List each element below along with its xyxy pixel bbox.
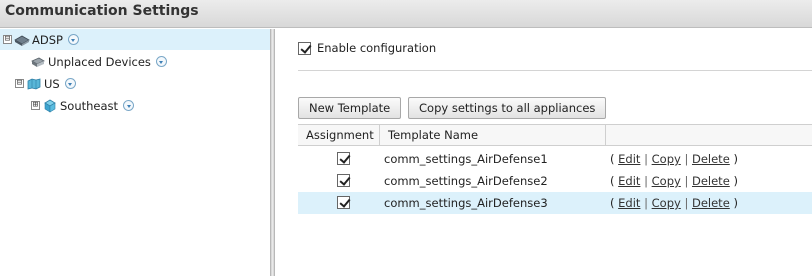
pane-splitter[interactable] [270,29,275,276]
template-name: comm_settings_AirDefense3 [384,196,548,210]
separator: | [644,152,648,166]
paren-open: ( [610,174,615,188]
template-name: comm_settings_AirDefense1 [384,152,548,166]
assignment-checkbox[interactable] [337,174,350,187]
row-actions: ( Edit | Copy | Delete ) [610,174,738,188]
site-tree: ⊟ ADSP Unplaced Devices ⊟ US ⊞ Southeast [0,29,270,276]
separator: | [644,174,648,188]
tree-item-adsp[interactable]: ⊟ ADSP [0,29,270,50]
table-row[interactable]: comm_settings_AirDefense2 ( Edit | Copy … [298,170,812,192]
copy-link[interactable]: Copy [652,174,681,188]
tree-item-unplaced-devices[interactable]: Unplaced Devices [30,51,167,72]
separator: | [684,174,689,188]
region-icon [44,99,56,113]
paren-open: ( [610,152,615,166]
paren-open: ( [610,196,615,210]
dropdown-menu-icon[interactable] [155,56,167,67]
enable-configuration-label: Enable configuration [317,41,437,55]
expand-icon[interactable]: ⊞ [31,101,40,110]
delete-link[interactable]: Delete [692,196,730,210]
page-title: Communication Settings [5,3,199,19]
assignment-checkbox[interactable] [337,152,350,165]
separator: | [684,196,689,210]
edit-link[interactable]: Edit [618,152,640,166]
tree-item-label: ADSP [32,32,63,47]
tree-item-us[interactable]: ⊟ US [15,73,76,94]
edit-link[interactable]: Edit [618,196,640,210]
paren-close: ) [733,174,738,188]
row-actions: ( Edit | Copy | Delete ) [610,196,738,210]
table-row[interactable]: comm_settings_AirDefense3 ( Edit | Copy … [298,192,812,214]
separator: | [684,152,689,166]
column-header-assignment[interactable]: Assignment [298,125,380,146]
device-icon [31,57,45,67]
divider [298,70,812,71]
new-template-button[interactable]: New Template [298,97,402,119]
tree-item-label: US [44,76,60,91]
enable-configuration-checkbox[interactable] [298,41,311,55]
tree-item-label: Southeast [60,98,119,113]
tree-item-southeast[interactable]: ⊞ Southeast [31,95,135,116]
table-row[interactable]: comm_settings_AirDefense1 ( Edit | Copy … [298,148,812,170]
copy-link[interactable]: Copy [652,152,681,166]
collapse-icon[interactable]: ⊟ [15,79,24,88]
copy-link[interactable]: Copy [652,196,681,210]
paren-close: ) [733,196,738,210]
tree-item-label: Unplaced Devices [48,54,151,69]
copy-settings-button[interactable]: Copy settings to all appliances [408,97,607,119]
column-header-template-name[interactable]: Template Name [380,125,606,146]
enable-configuration-row: Enable configuration [298,41,436,55]
settings-panel: Enable configuration New Template Copy s… [276,29,812,276]
collapse-icon[interactable]: ⊟ [3,35,12,44]
title-bar: Communication Settings [0,0,812,28]
assignment-checkbox[interactable] [337,196,350,209]
delete-link[interactable]: Delete [692,152,730,166]
paren-close: ) [733,152,738,166]
delete-link[interactable]: Delete [692,174,730,188]
templates-table: Assignment Template Name comm_settings_A… [298,124,812,276]
dropdown-menu-icon[interactable] [123,100,135,111]
country-icon [27,77,41,90]
row-actions: ( Edit | Copy | Delete ) [610,152,738,166]
table-header: Assignment Template Name [298,124,812,146]
dropdown-menu-icon[interactable] [64,78,76,89]
separator: | [644,196,648,210]
edit-link[interactable]: Edit [618,174,640,188]
dropdown-menu-icon[interactable] [67,34,79,45]
network-icon [14,35,30,46]
template-name: comm_settings_AirDefense2 [384,174,548,188]
